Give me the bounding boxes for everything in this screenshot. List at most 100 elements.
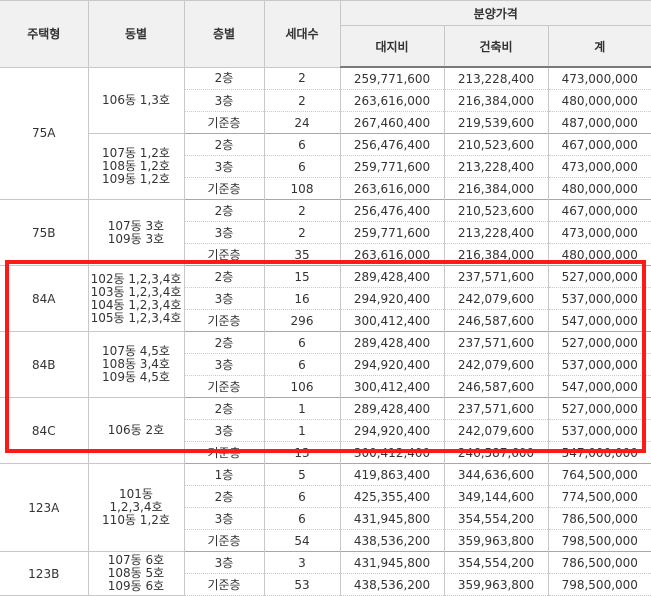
building-line: 109동 6호 <box>107 579 165 593</box>
total-price-cell: 774,500,000 <box>547 485 651 508</box>
units-cell: 1 <box>263 419 341 442</box>
total-price-cell: 547,000,000 <box>547 309 651 332</box>
building-line: 102동 1,2,3,4호 <box>90 271 182 286</box>
header-price-group: 분양가격 <box>339 0 651 26</box>
construction-price-cell: 216,384,000 <box>443 243 549 266</box>
price-table: 주택형 동별 층별 세대수 분양가격 대지비 건축비 계 75A 106동 1,3… <box>0 0 651 596</box>
units-cell: 35 <box>263 243 341 266</box>
total-price-cell: 527,000,000 <box>547 397 651 420</box>
units-cell: 6 <box>263 155 341 178</box>
land-price-cell: 294,920,400 <box>339 419 445 442</box>
table-row: 123A 101동 1,2,3,4호 110동 1,2호 1층 5 419,863,400 3… <box>0 463 651 552</box>
total-price-cell: 786,500,000 <box>547 551 651 574</box>
floor-cell: 기준층 <box>184 375 265 398</box>
total-price-cell: 473,000,000 <box>547 221 651 244</box>
construction-price-cell: 213,228,400 <box>443 221 549 244</box>
header-land-price: 대지비 <box>340 25 445 68</box>
floor-cell: 2층 <box>183 66 265 90</box>
total-price-cell: 764,500,000 <box>547 463 651 486</box>
construction-price-cell: 219,539,600 <box>443 111 549 134</box>
building-cell: 102동 1,2,3,4호 103동 1,2,3,4호 104동 1,2,3,4호 1… <box>87 265 185 332</box>
unit-type-cell: 84B <box>0 331 89 398</box>
building-cell: 107동 4,5호 108동 3,4호 109동 4,5호 <box>87 331 185 398</box>
units-cell: 6 <box>263 331 341 354</box>
header-type: 주택형 <box>0 0 89 68</box>
land-price-cell: 438,536,200 <box>339 529 445 552</box>
total-price-cell: 527,000,000 <box>547 265 651 288</box>
floor-cell: 1층 <box>183 463 265 486</box>
table-body: 75A 106동 1,3호 2층 2 259,771,600 213,228,400 473… <box>0 66 651 596</box>
table-row: 107동 1,2호 108동 1,2호 109동 1,2호 2층 6 256,476,40… <box>0 133 651 200</box>
total-price-cell: 798,500,000 <box>547 529 651 552</box>
total-price-cell: 537,000,000 <box>547 419 651 442</box>
units-cell: 54 <box>263 529 341 552</box>
building-cell: 107동 6호 108동 5호 109동 6호 <box>87 551 185 596</box>
construction-price-cell: 216,384,000 <box>443 177 549 200</box>
total-price-cell: 798,500,000 <box>547 573 651 596</box>
floor-cell: 3층 <box>184 419 265 442</box>
land-price-cell: 289,428,400 <box>339 265 445 288</box>
land-price-cell: 300,412,400 <box>339 309 445 332</box>
table-row: 75A 106동 1,3호 2층 2 259,771,600 213,228,400 473… <box>0 66 651 200</box>
header-building: 동별 <box>87 0 185 68</box>
floor-cell: 3층 <box>183 551 265 574</box>
land-price-cell: 289,428,400 <box>339 331 445 354</box>
units-cell: 106 <box>263 375 341 398</box>
land-price-cell: 259,771,600 <box>339 221 445 244</box>
building-line: 103동 1,2,3,4호 <box>90 284 182 299</box>
land-price-cell: 425,355,400 <box>339 485 445 508</box>
construction-price-cell: 359,963,800 <box>443 573 549 596</box>
floor-cell: 2층 <box>184 485 265 508</box>
floor-cell: 3층 <box>184 353 265 376</box>
units-cell: 1 <box>263 397 341 420</box>
floor-cell: 기준층 <box>184 309 265 332</box>
floor-cell: 3층 <box>184 155 265 178</box>
total-price-cell: 480,000,000 <box>547 243 651 266</box>
construction-price-cell: 210,523,600 <box>443 199 549 222</box>
units-cell: 6 <box>263 485 341 508</box>
total-price-cell: 467,000,000 <box>547 199 651 222</box>
land-price-cell: 438,536,200 <box>339 573 445 596</box>
building-cell: 107동 1,2호 108동 1,2호 109동 1,2호 <box>88 133 185 200</box>
units-cell: 53 <box>263 573 341 596</box>
building-line: 109동 3호 <box>107 231 165 246</box>
units-cell: 3 <box>263 551 341 574</box>
building-line: 107동 3호 <box>107 218 165 233</box>
construction-price-cell: 210,523,600 <box>443 133 549 156</box>
floor-cell: 3층 <box>184 221 265 244</box>
floor-cell: 기준층 <box>184 177 265 200</box>
header-floor: 층별 <box>183 0 265 68</box>
table-row: 84C 106동 2호 2층 1 289,428,400 237,571,600 527,0… <box>0 397 651 464</box>
units-cell: 24 <box>263 111 341 134</box>
building-line: 106동 2호 <box>107 423 165 437</box>
construction-price-cell: 359,963,800 <box>443 529 549 552</box>
total-price-cell: 473,000,000 <box>547 155 651 178</box>
land-price-cell: 259,771,600 <box>339 66 445 90</box>
total-price-cell: 537,000,000 <box>547 287 651 310</box>
total-price-cell: 467,000,000 <box>547 133 651 156</box>
floor-cell: 기준층 <box>184 441 265 464</box>
construction-price-cell: 246,587,600 <box>443 309 549 332</box>
land-price-cell: 300,412,400 <box>339 441 445 464</box>
units-cell: 15 <box>263 265 341 288</box>
construction-price-cell: 216,384,000 <box>443 89 549 112</box>
construction-price-cell: 246,587,600 <box>443 375 549 398</box>
land-price-cell: 300,412,400 <box>339 375 445 398</box>
units-cell: 16 <box>263 287 341 310</box>
building-line: 109동 1,2호 <box>102 172 170 186</box>
land-price-cell: 419,863,400 <box>339 463 445 486</box>
land-price-cell: 263,616,000 <box>339 177 445 200</box>
units-cell: 13 <box>263 441 341 464</box>
construction-price-cell: 213,228,400 <box>443 66 549 90</box>
construction-price-cell: 354,554,200 <box>443 507 549 530</box>
building-line: 105동 1,2,3,4호 <box>90 310 182 325</box>
total-price-cell: 527,000,000 <box>547 331 651 354</box>
total-price-cell: 473,000,000 <box>547 66 651 90</box>
units-cell: 2 <box>263 199 341 222</box>
floor-cell: 3층 <box>184 287 265 310</box>
floor-cell: 기준층 <box>184 573 265 596</box>
land-price-cell: 263,616,000 <box>339 243 445 266</box>
building-cell: 106동 2호 <box>87 397 185 464</box>
building-cell: 107동 3호 109동 3호 <box>87 199 185 266</box>
units-cell: 296 <box>263 309 341 332</box>
